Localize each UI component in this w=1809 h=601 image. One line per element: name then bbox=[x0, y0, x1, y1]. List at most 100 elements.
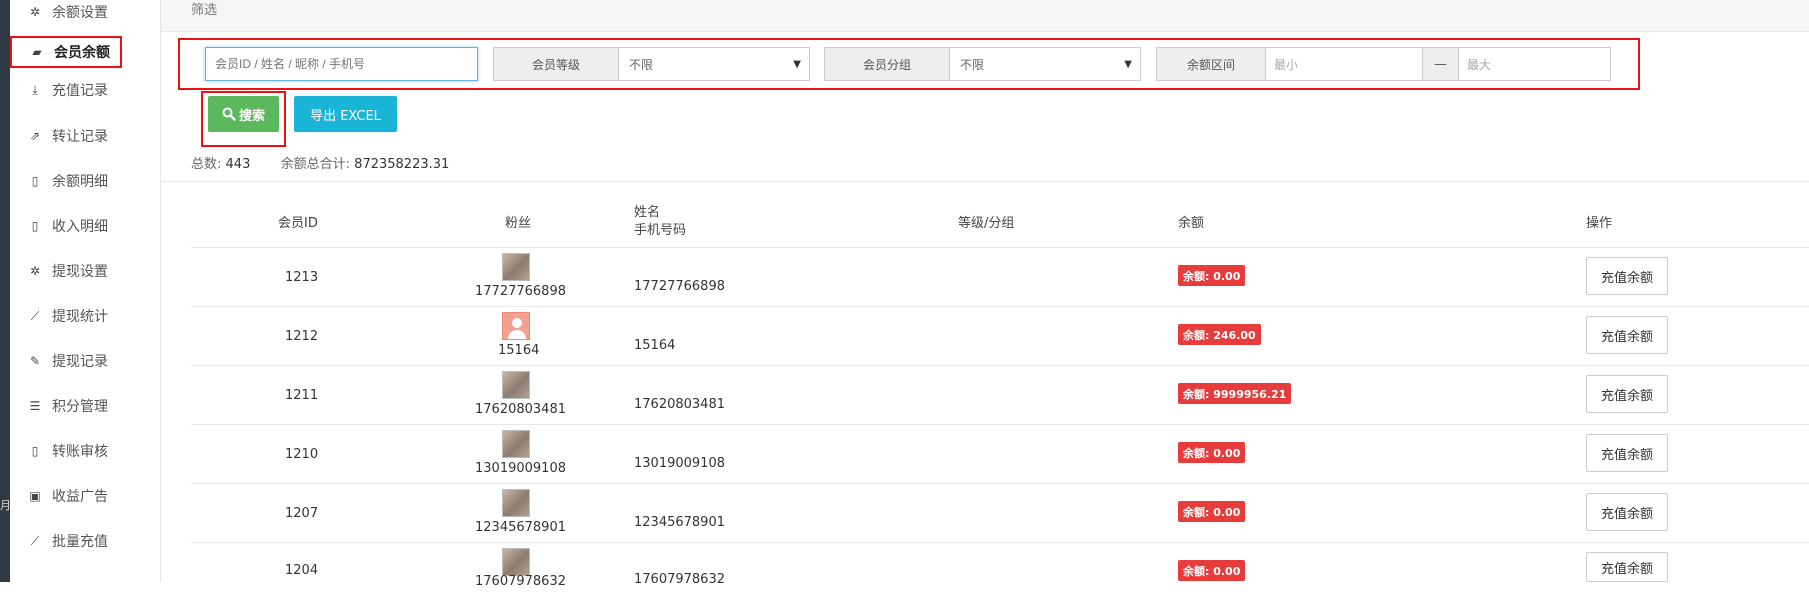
recharge-balance-button[interactable]: 充值余额 bbox=[1586, 316, 1668, 354]
fan-name-cell: 17727766898 bbox=[475, 284, 566, 299]
avatar bbox=[502, 253, 530, 281]
sidebar-item-label: 余额明细 bbox=[52, 174, 108, 190]
line-chart-icon: ⟋ bbox=[30, 533, 40, 548]
chevron-down-icon: ▼ bbox=[793, 58, 801, 70]
sidebar-item-income-details[interactable]: ▯ 收入明细 bbox=[10, 206, 161, 246]
sidebar-item-withdraw-records[interactable]: ✎ 提现记录 bbox=[10, 341, 161, 381]
balance-badge: 余额: 0.00 bbox=[1178, 265, 1246, 286]
sidebar-item-member-balance[interactable]: ▰ 会员余额 bbox=[10, 36, 122, 68]
sidebar-item-withdraw-settings[interactable]: ✲ 提现设置 bbox=[10, 251, 161, 291]
range-separator: — bbox=[1423, 48, 1459, 80]
database-icon: ☰ bbox=[29, 399, 41, 413]
total-value: 443 bbox=[225, 157, 251, 172]
file-icon: ▯ bbox=[31, 174, 39, 188]
balance-min-input[interactable]: 最小 bbox=[1266, 48, 1423, 80]
recharge-balance-button[interactable]: 充值余额 bbox=[1586, 257, 1668, 295]
member-id-cell: 1212 bbox=[285, 329, 319, 344]
export-excel-button[interactable]: 导出 EXCEL bbox=[294, 96, 397, 132]
phone-cell: 13019009108 bbox=[634, 456, 725, 471]
sidebar-item-transfer-records[interactable]: ⇗ 转让记录 bbox=[10, 116, 161, 156]
file-icon: ▯ bbox=[31, 444, 39, 458]
search-button-label: 搜索 bbox=[238, 108, 265, 124]
recharge-balance-button[interactable]: 充值余额 bbox=[1586, 434, 1668, 472]
member-id-cell: 1213 bbox=[285, 270, 319, 285]
table-row bbox=[191, 365, 1809, 424]
default-avatar-icon bbox=[502, 312, 530, 340]
member-level-select-group: 会员等级 不限 ▼ bbox=[493, 47, 810, 81]
sidebar-item-balance-details[interactable]: ▯ 余额明细 bbox=[10, 161, 161, 201]
header-member-id: 会员ID bbox=[278, 216, 318, 231]
sidebar-item-label: 积分管理 bbox=[52, 399, 108, 415]
pencil-icon: ✎ bbox=[29, 354, 41, 368]
balance-badge: 余额: 9999956.21 bbox=[1178, 383, 1292, 404]
book-icon: ▰ bbox=[32, 45, 42, 59]
member-id-cell: 1207 bbox=[285, 506, 319, 521]
header-name-phone: 姓名 手机号码 bbox=[634, 204, 686, 240]
member-group-select[interactable]: 不限 ▼ bbox=[950, 48, 1140, 80]
avatar bbox=[502, 371, 530, 399]
search-input[interactable] bbox=[205, 47, 478, 81]
balance-badge: 余额: 246.00 bbox=[1178, 324, 1261, 345]
balance-badge: 余额: 0.00 bbox=[1178, 501, 1246, 522]
phone-cell: 17727766898 bbox=[634, 279, 725, 294]
sidebar-item-recharge-records[interactable]: ⤓ 充值记录 bbox=[10, 70, 161, 110]
table-row bbox=[191, 483, 1809, 542]
member-id-cell: 1211 bbox=[285, 388, 319, 403]
phone-cell: 12345678901 bbox=[634, 515, 725, 530]
left-strip-label: 月 bbox=[0, 499, 11, 512]
balance-range-group: 余额区间 最小 — 最大 bbox=[1156, 47, 1611, 81]
header-name: 姓名 bbox=[634, 205, 661, 220]
recharge-balance-button[interactable]: 充值余额 bbox=[1586, 493, 1668, 531]
fan-name-cell: 13019009108 bbox=[475, 461, 566, 476]
sidebar-item-label: 收益广告 bbox=[52, 489, 108, 505]
member-id-cell: 1210 bbox=[285, 447, 319, 462]
sidebar-item-withdraw-stats[interactable]: ⟋ 提现统计 bbox=[10, 296, 161, 336]
sidebar-item-revenue-ads[interactable]: ▣ 收益广告 bbox=[10, 476, 161, 516]
balance-max-input[interactable]: 最大 bbox=[1459, 48, 1610, 80]
image-icon: ▣ bbox=[29, 489, 41, 503]
header-actions: 操作 bbox=[1586, 216, 1613, 231]
member-group-select-group: 会员分组 不限 ▼ bbox=[824, 47, 1141, 81]
recharge-balance-button[interactable]: 充值余额 bbox=[1586, 375, 1668, 413]
member-level-label: 会员等级 bbox=[494, 48, 619, 80]
member-level-select[interactable]: 不限 ▼ bbox=[619, 48, 809, 80]
header-level-group: 等级/分组 bbox=[958, 216, 1015, 231]
member-group-label: 会员分组 bbox=[825, 48, 950, 80]
sidebar-item-label: 充值记录 bbox=[52, 83, 108, 99]
sidebar-item-transfer-review[interactable]: ▯ 转账审核 bbox=[10, 431, 161, 471]
filter-panel-title: 筛选 bbox=[161, 0, 1809, 32]
balance-range-label: 余额区间 bbox=[1157, 48, 1266, 80]
sidebar-item-label: 转账审核 bbox=[52, 444, 108, 460]
sidebar-item-label: 会员余额 bbox=[54, 45, 110, 61]
sum-label: 余额总合计: bbox=[280, 157, 351, 172]
balance-badge: 余额: 0.00 bbox=[1178, 442, 1246, 463]
avatar bbox=[502, 548, 530, 576]
balance-badge: 余额: 0.00 bbox=[1178, 560, 1246, 581]
sidebar-item-balance-settings[interactable]: ✲ 余额设置 bbox=[10, 0, 161, 32]
sidebar-item-points-management[interactable]: ☰ 积分管理 bbox=[10, 386, 161, 426]
header-balance: 余额 bbox=[1178, 216, 1205, 231]
main-content: 筛选 会员等级 不限 ▼ 会员分组 不限 ▼ 余额区间 最小 — 最大 搜索 导… bbox=[161, 0, 1809, 589]
member-group-value: 不限 bbox=[960, 57, 985, 72]
table-row bbox=[191, 306, 1809, 365]
avatar bbox=[502, 489, 530, 517]
avatar bbox=[502, 430, 530, 458]
sum-value: 872358223.31 bbox=[354, 157, 450, 172]
left-nav-strip: 月 bbox=[0, 0, 11, 582]
fan-name-cell: 12345678901 bbox=[475, 520, 566, 535]
file-icon: ▯ bbox=[31, 219, 39, 233]
gear-icon: ✲ bbox=[29, 264, 41, 278]
recharge-balance-button[interactable]: 充值余额 bbox=[1586, 552, 1668, 582]
search-icon bbox=[222, 107, 236, 121]
sidebar-item-label: 余额设置 bbox=[52, 5, 108, 21]
header-phone: 手机号码 bbox=[634, 223, 687, 238]
divider bbox=[161, 181, 1809, 182]
sidebar-item-label: 提现记录 bbox=[52, 354, 108, 370]
sidebar-item-label: 提现统计 bbox=[52, 309, 108, 325]
table-row bbox=[191, 247, 1809, 306]
search-button[interactable]: 搜索 bbox=[208, 96, 279, 132]
header-fans: 粉丝 bbox=[505, 216, 532, 231]
phone-cell: 17620803481 bbox=[634, 397, 725, 412]
sidebar-item-batch-recharge[interactable]: ⟋ 批量充值 bbox=[10, 521, 161, 561]
external-link-icon: ⇗ bbox=[29, 129, 41, 143]
